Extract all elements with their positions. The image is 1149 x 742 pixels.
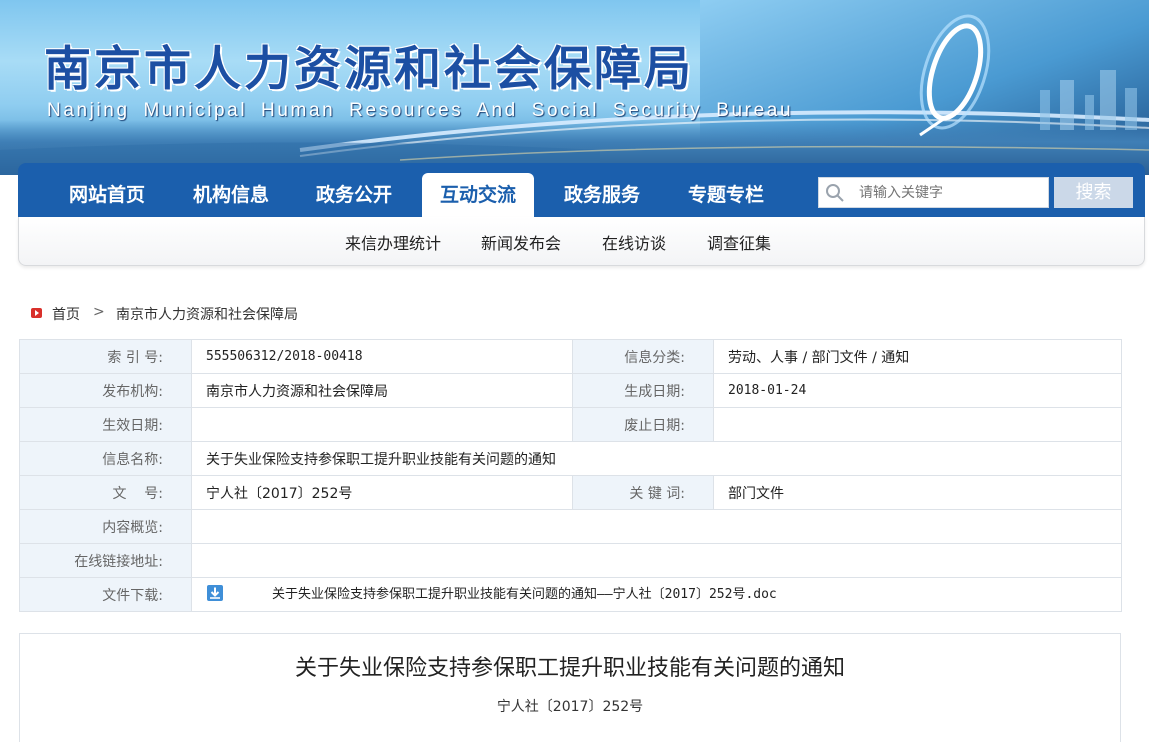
keywords-value: 部门文件: [713, 475, 1122, 510]
search-button[interactable]: 搜索: [1054, 177, 1133, 208]
nav-item-home[interactable]: 网站首页: [51, 173, 163, 217]
created-date-label: 生成日期:: [572, 373, 714, 408]
table-row: 生效日期: 废止日期:: [19, 407, 1122, 442]
site-title: 南京市人力资源和社会保障局: [44, 42, 694, 97]
home-icon: [31, 308, 42, 318]
search-input[interactable]: [859, 181, 1044, 205]
site-subtitle: Nanjing Municipal Human Resources And So…: [47, 100, 794, 121]
effective-date-value: [191, 407, 573, 442]
article-panel: 关于失业保险支持参保职工提升职业技能有关问题的通知 宁人社〔2017〕252号: [19, 633, 1121, 742]
subnav-item-survey[interactable]: 调查征集: [707, 230, 771, 254]
sub-nav: 来信办理统计 新闻发布会 在线访谈 调查征集: [18, 217, 1145, 266]
doc-no-label: 文 号:: [19, 475, 192, 510]
table-row: 文 号: 宁人社〔2017〕252号 关 键 词: 部门文件: [19, 475, 1122, 510]
created-date-value: 2018-01-24: [713, 373, 1122, 408]
nav-item-gov-services[interactable]: 政务服务: [546, 173, 658, 217]
download-file-link[interactable]: 关于失业保险支持参保职工提升职业技能有关问题的通知——宁人社〔2017〕252号…: [272, 587, 777, 602]
download-label: 文件下载:: [19, 577, 192, 612]
table-row: 内容概览:: [19, 509, 1122, 544]
expiry-date-label: 废止日期:: [572, 407, 714, 442]
table-row: 信息名称: 关于失业保险支持参保职工提升职业技能有关问题的通知: [19, 441, 1122, 476]
article-title: 关于失业保险支持参保职工提升职业技能有关问题的通知: [294, 656, 845, 681]
publisher-label: 发布机构:: [19, 373, 192, 408]
effective-date-label: 生效日期:: [19, 407, 192, 442]
search-box: [818, 177, 1049, 208]
table-row: 发布机构: 南京市人力资源和社会保障局 生成日期: 2018-01-24: [19, 373, 1122, 408]
breadcrumb-current[interactable]: 南京市人力资源和社会保障局: [116, 304, 298, 324]
summary-value: [191, 509, 1122, 544]
nav-item-gov-disclosure[interactable]: 政务公开: [298, 173, 410, 217]
nav-item-org-info[interactable]: 机构信息: [175, 173, 287, 217]
breadcrumb-home[interactable]: 首页: [52, 304, 80, 324]
document-info-table: 索 引 号: 555506312/2018-00418 信息分类: 劳动、人事 …: [19, 339, 1122, 612]
breadcrumb-separator: >: [93, 304, 105, 320]
table-row: 文件下载: 关于失业保险支持参保职工提升职业技能有关问题的通知——宁人社〔201…: [19, 577, 1122, 612]
category-value: 劳动、人事 / 部门文件 / 通知: [713, 339, 1122, 374]
index-no-label: 索 引 号:: [19, 339, 192, 374]
doc-no-value: 宁人社〔2017〕252号: [191, 475, 573, 510]
subnav-item-letter-stats[interactable]: 来信办理统计: [345, 230, 441, 254]
publisher-value: 南京市人力资源和社会保障局: [191, 373, 573, 408]
keywords-label: 关 键 词:: [572, 475, 714, 510]
summary-label: 内容概览:: [19, 509, 192, 544]
main-nav: 网站首页 机构信息 政务公开 互动交流 政务服务 专题专栏 搜索: [18, 163, 1145, 217]
article-doc-number: 宁人社〔2017〕252号: [496, 699, 644, 715]
subnav-item-online-interview[interactable]: 在线访谈: [602, 230, 666, 254]
header-banner: 南京市人力资源和社会保障局 Nanjing Municipal Human Re…: [0, 0, 1149, 175]
index-no-value: 555506312/2018-00418: [191, 339, 573, 374]
nav-item-special-topics[interactable]: 专题专栏: [670, 173, 782, 217]
download-cell: 关于失业保险支持参保职工提升职业技能有关问题的通知——宁人社〔2017〕252号…: [191, 577, 1122, 612]
table-row: 索 引 号: 555506312/2018-00418 信息分类: 劳动、人事 …: [19, 339, 1122, 374]
category-label: 信息分类:: [572, 339, 714, 374]
nav-item-interaction[interactable]: 互动交流: [422, 173, 534, 217]
online-link-label: 在线链接地址:: [19, 543, 192, 578]
search-icon: [825, 183, 845, 207]
info-name-value: 关于失业保险支持参保职工提升职业技能有关问题的通知: [191, 441, 1122, 476]
download-icon[interactable]: [206, 584, 224, 606]
subnav-item-press-conference[interactable]: 新闻发布会: [481, 230, 561, 254]
online-link-value: [191, 543, 1122, 578]
table-row: 在线链接地址:: [19, 543, 1122, 578]
info-name-label: 信息名称:: [19, 441, 192, 476]
expiry-date-value: [713, 407, 1122, 442]
